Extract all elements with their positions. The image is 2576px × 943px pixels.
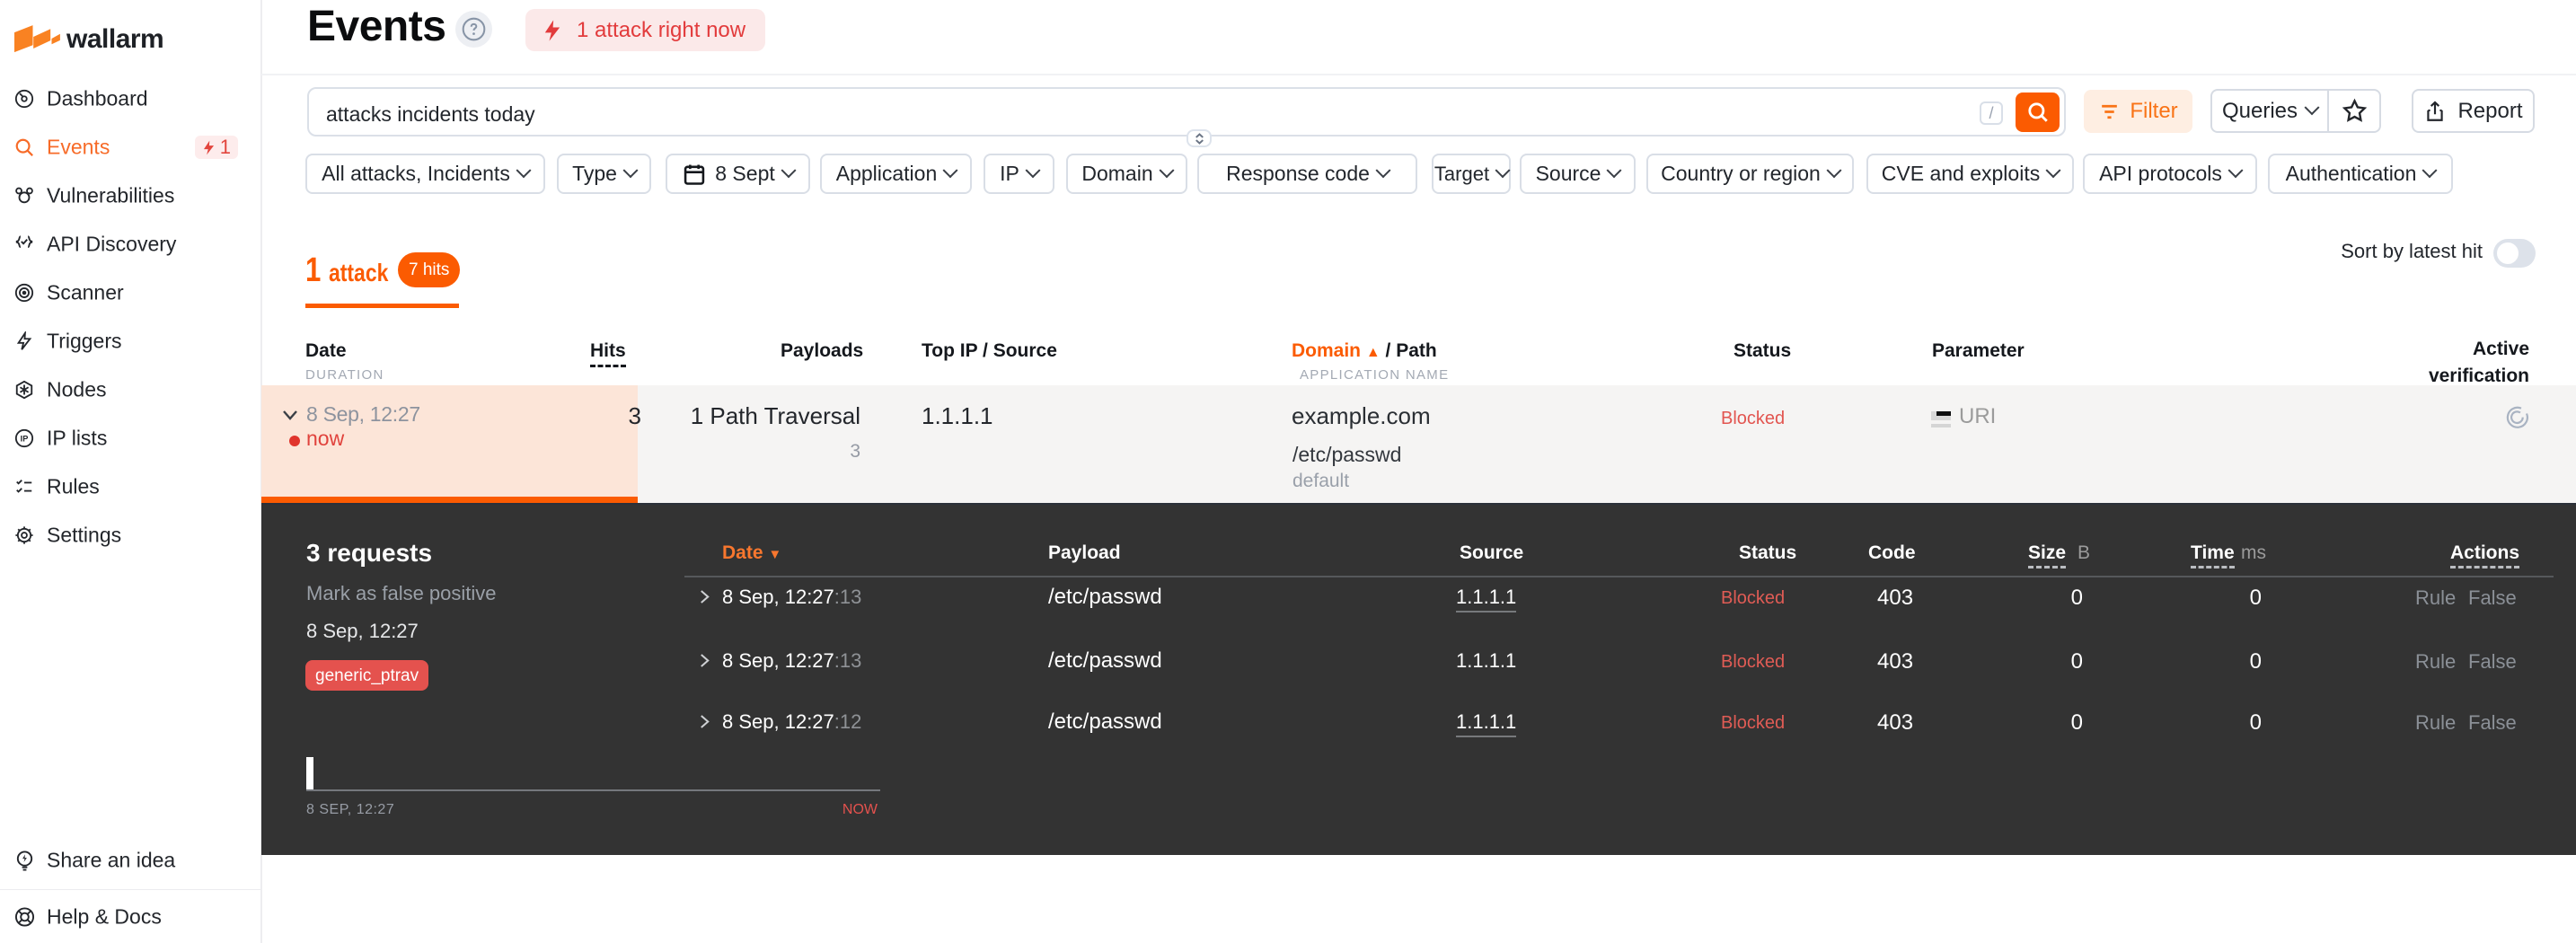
svg-text:IP: IP [21, 435, 29, 444]
